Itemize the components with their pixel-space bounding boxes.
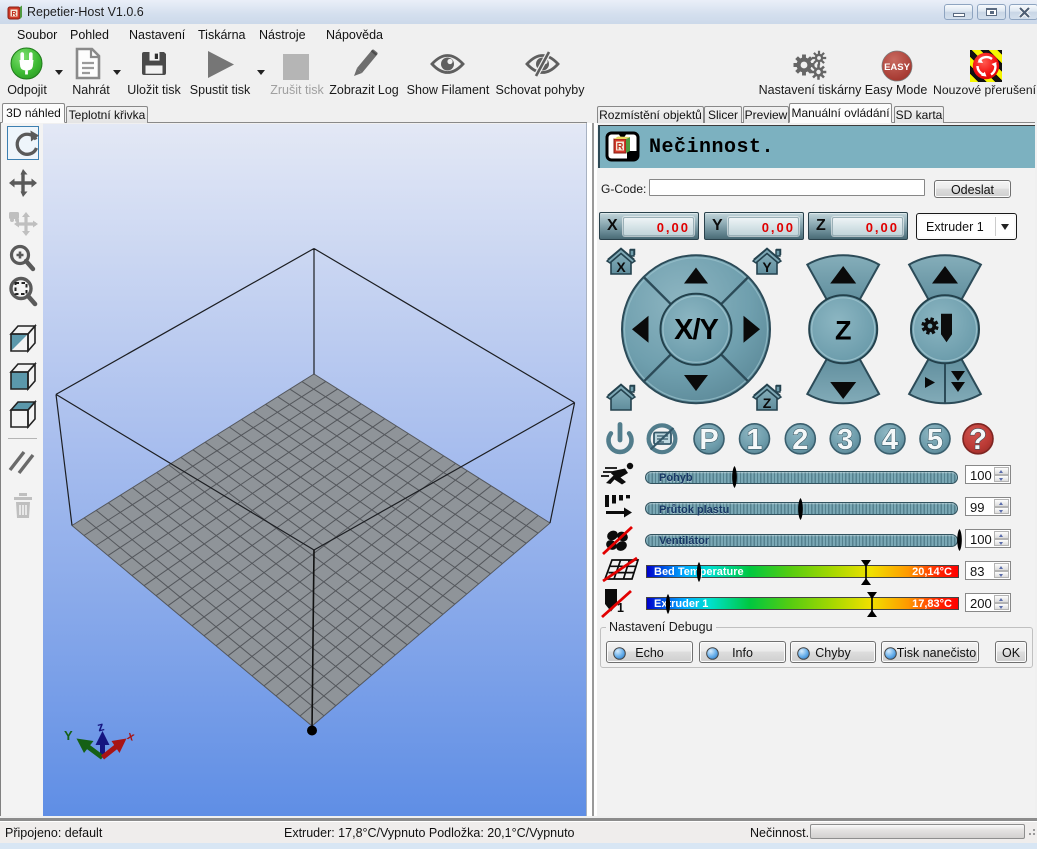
svg-text:3: 3	[837, 424, 853, 456]
svg-text:X/Y: X/Y	[674, 314, 718, 346]
svg-text:EASY: EASY	[884, 62, 911, 73]
svg-text:2: 2	[792, 424, 808, 456]
svg-text:4: 4	[882, 424, 898, 456]
svg-text:1: 1	[746, 424, 762, 456]
svg-text:Y: Y	[762, 259, 772, 275]
svg-text:P: P	[699, 424, 718, 456]
svg-text:R: R	[617, 142, 624, 152]
svg-text:?: ?	[969, 424, 987, 456]
svg-text:Y: Y	[64, 728, 73, 743]
svg-text:X: X	[616, 259, 626, 275]
svg-text:Z: Z	[835, 315, 852, 345]
svg-text:R: R	[11, 11, 16, 18]
svg-text:5: 5	[927, 424, 943, 456]
svg-text:Z: Z	[763, 395, 772, 411]
